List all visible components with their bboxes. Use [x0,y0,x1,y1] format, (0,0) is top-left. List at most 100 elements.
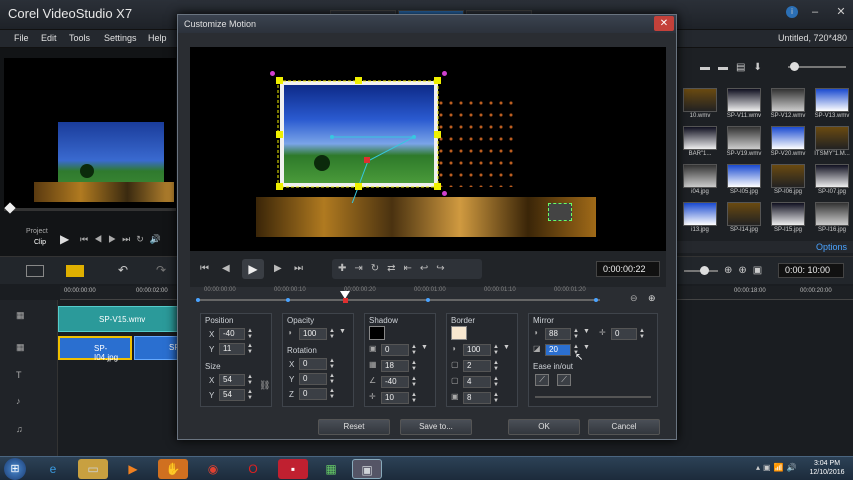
resize-handle[interactable] [434,183,441,190]
border-color-swatch[interactable] [451,326,467,340]
opacity-field[interactable]: 100 [299,328,327,340]
dropdown-icon[interactable]: ▼ [339,328,346,335]
storyboard-view-icon[interactable] [26,265,44,277]
dropdown-icon[interactable]: ▼ [503,344,510,351]
position-y-field[interactable]: 11 [219,343,245,355]
prev-frame-icon[interactable]: ◀ [222,263,230,274]
library-item[interactable]: i04.jpg [678,162,722,198]
keyframe-marker[interactable] [196,298,200,302]
spin-icon[interactable]: ▲ ▼ [329,373,337,385]
size-x-field[interactable]: 54 [219,374,245,386]
reset-button[interactable]: Reset [318,419,390,435]
dialog-timeline[interactable]: 00:00:00:00 00:00:00:10 00:00:00:20 00:0… [190,287,666,309]
skew-handle[interactable] [442,191,447,196]
library-item[interactable]: SP-I16.jpg [810,200,853,236]
chrome-icon[interactable]: ◉ [198,459,228,479]
opera-icon[interactable]: O [238,459,268,479]
spin-icon[interactable]: ▲ ▼ [247,389,255,401]
zoom-in-icon[interactable]: ⊕ [648,293,656,304]
options-button[interactable]: Options [816,242,847,252]
dropdown-icon[interactable]: ▼ [583,328,590,335]
library-item[interactable]: SP-V13.wmv [810,86,853,122]
library-item[interactable]: i13.jpg [678,200,722,236]
rotation-x-field[interactable]: 0 [299,358,327,370]
spin-icon[interactable]: ▲ ▼ [329,328,337,340]
dropdown-icon[interactable]: ▼ [583,344,590,351]
library-item[interactable]: SP-V20.wmv [766,124,810,160]
spin-icon[interactable]: ▲ ▼ [493,392,501,404]
shadow-distance-field[interactable]: 10 [381,392,409,404]
border-width-field[interactable]: 2 [463,360,491,372]
timeline-view-icon[interactable] [66,265,84,277]
spin-icon[interactable]: ▲ ▼ [329,388,337,400]
app-icon[interactable]: ▪ [278,459,308,479]
menu-help[interactable]: Help [148,33,167,43]
menu-edit[interactable]: Edit [41,33,57,43]
rotation-z-field[interactable]: 0 [299,388,327,400]
spin-icon[interactable]: ▲ ▼ [411,344,419,356]
video-clip[interactable]: SP-V15.wmv [58,306,178,332]
dropdown-icon[interactable]: ▼ [421,344,428,351]
menu-file[interactable]: File [14,33,29,43]
mirror-distance-field[interactable]: 0 [611,328,637,340]
link-icon[interactable]: ⛓ [259,380,270,391]
go-end-icon[interactable]: ⏭ [294,263,303,274]
spin-icon[interactable]: ▲ ▼ [247,343,255,355]
skew-handle[interactable] [442,71,447,76]
resize-handle[interactable] [434,77,441,84]
zoom-handle[interactable] [700,266,709,275]
library-item[interactable]: SP-I15.jpg [766,200,810,236]
project-label[interactable]: Project [26,228,48,235]
motion-preview[interactable] [190,47,666,251]
close-icon[interactable]: ✕ [832,4,850,20]
videostudio-icon[interactable]: ▣ [352,459,382,479]
resize-handle[interactable] [276,131,283,138]
spin-icon[interactable]: ▲ ▼ [411,376,419,388]
spin-icon[interactable]: ▲ ▼ [493,360,501,372]
spin-icon[interactable]: ▲ ▼ [329,358,337,370]
keyframe-marker[interactable] [426,298,430,302]
keyframe-tool-icons[interactable]: ✚⇥↻⇄⇤↩↪ [338,263,453,274]
spin-icon[interactable]: ▲ ▼ [493,344,501,356]
mirror-opacity-field[interactable]: 88 [545,328,571,340]
minimize-icon[interactable]: – [806,4,824,20]
spin-icon[interactable]: ▲ ▼ [411,360,419,372]
shadow-opacity-field[interactable]: 0 [381,344,409,356]
spin-icon[interactable]: ▲ ▼ [411,392,419,404]
keyframe-marker[interactable] [594,298,598,302]
resize-handle[interactable] [434,131,441,138]
ease-slider[interactable] [535,396,651,398]
border-opacity-field[interactable]: 100 [463,344,491,356]
border-corner-field[interactable]: 4 [463,376,491,388]
spin-icon[interactable]: ▲ ▼ [573,328,581,340]
position-x-field[interactable]: -40 [219,328,245,340]
start-button[interactable]: ⊞ [4,458,26,480]
tray-icons[interactable]: ▴▣📶🔊 [756,463,800,472]
ease-out-button[interactable]: ⟋ [557,374,571,386]
player-scrubber[interactable] [4,208,176,211]
library-item[interactable]: ITSMY"1.M... [810,124,853,160]
library-item[interactable]: SP-I07.jpg [810,162,853,198]
video-track-icon[interactable]: ▦ [16,310,25,321]
shadow-color-swatch[interactable] [369,326,385,340]
library-item[interactable]: SP-V19.wmv [722,124,766,160]
zoom-icons[interactable]: ⊕⊕▣ [724,265,768,276]
ie-icon[interactable]: e [38,459,68,479]
music-track-icon[interactable]: ♫ [16,424,23,434]
explorer-icon[interactable]: ▭ [78,459,108,479]
library-item[interactable]: SP-I14.jpg [722,200,766,236]
dialog-timecode[interactable]: 0:00:00:22 [596,261,660,277]
resize-handle[interactable] [355,77,362,84]
library-view-icons[interactable]: ▬▬▤⬇ [700,62,770,73]
spin-icon[interactable]: ▲ ▼ [493,376,501,388]
play-button[interactable]: ▶ [242,259,264,279]
save-to-button[interactable]: Save to... [400,419,472,435]
rotation-y-field[interactable]: 0 [299,373,327,385]
overlay-clip-selected[interactable]: SP-I04.jpg [58,336,132,362]
resize-handle[interactable] [355,183,362,190]
library-item[interactable]: SP-V12.wmv [766,86,810,122]
ending-position-box[interactable] [548,203,572,221]
keyframe-track[interactable] [196,299,600,301]
spin-icon[interactable]: ▲ ▼ [639,328,647,340]
mirror-fade-field[interactable]: 20 [545,344,571,356]
